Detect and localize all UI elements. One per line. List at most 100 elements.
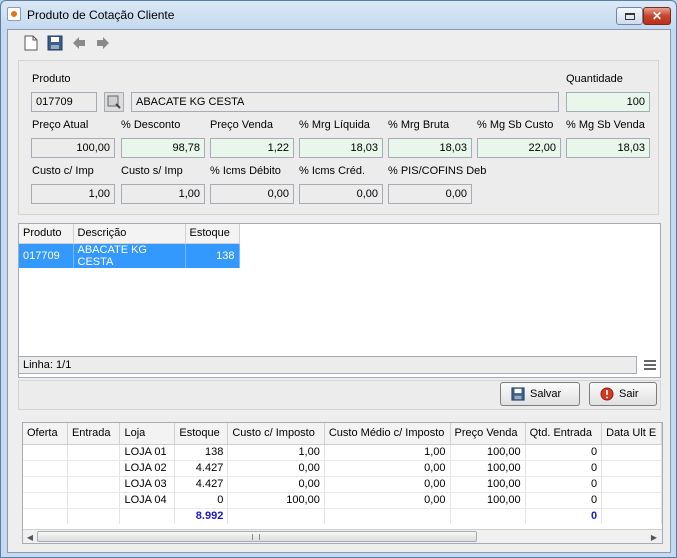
window-title: Produto de Cotação Cliente — [27, 8, 175, 22]
java-app-icon — [7, 7, 21, 21]
mrg-bruta-label: % Mrg Bruta — [388, 119, 450, 131]
desconto-label: % Desconto — [121, 119, 181, 131]
cell-custo: 100,00 — [227, 492, 325, 509]
pis-cofins-label: % PIS/COFINS Deb — [388, 165, 487, 177]
cell-entrada — [67, 460, 121, 477]
cell-qtd-entrada: 0 — [525, 476, 603, 493]
custo-c-imp-label: Custo c/ Imp — [32, 165, 94, 177]
icms-debito-field[interactable]: 0,00 — [210, 184, 294, 204]
grid-header-preco-venda[interactable]: Preço Venda — [450, 423, 526, 445]
grid-header-estoque[interactable]: Estoque — [185, 224, 240, 244]
cell-custo: 1,00 — [227, 444, 325, 461]
forward-arrow-icon[interactable] — [94, 34, 112, 52]
cell-qtd-entrada: 0 — [525, 492, 603, 509]
table-row[interactable]: LOJA 01 138 1,00 1,00 100,00 0 — [23, 444, 662, 461]
table-row[interactable]: 017709 ABACATE KG CESTA 138 — [19, 243, 240, 268]
search-icon — [107, 95, 121, 109]
cell-entrada — [67, 492, 121, 509]
total-estoque: 8.992 — [174, 508, 229, 524]
mrg-liquida-field[interactable]: 18,03 — [299, 138, 383, 158]
scroll-left-icon[interactable]: ◀ — [24, 531, 36, 543]
cell-oferta — [23, 444, 68, 461]
quantidade-label: Quantidade — [566, 73, 623, 85]
grid-header-descricao[interactable]: Descrição — [73, 224, 186, 244]
pis-cofins-field[interactable]: 0,00 — [388, 184, 472, 204]
new-document-icon[interactable] — [22, 34, 40, 52]
cell-custo-medio: 0,00 — [324, 492, 451, 509]
store-stock-grid: Oferta Entrada Loja Estoque Custo c/ Imp… — [22, 422, 663, 544]
icms-cred-label: % Icms Créd. — [299, 165, 366, 177]
custo-s-imp-field[interactable]: 1,00 — [121, 184, 205, 204]
custo-s-imp-label: Custo s/ Imp — [121, 165, 183, 177]
cell-data — [601, 492, 662, 509]
cell-custo: 0,00 — [227, 460, 325, 477]
cell-qtd-entrada: 0 — [525, 444, 603, 461]
cell-preco-venda: 100,00 — [450, 492, 526, 509]
grid-header-data-ult-entrada[interactable]: Data Ult E — [601, 423, 662, 445]
scrollbar-thumb[interactable] — [37, 531, 477, 542]
window-client-area: Produto 017709 ABACATE KG CESTA Quantida… — [7, 29, 671, 553]
toolbar — [22, 33, 112, 53]
preco-venda-label: Preço Venda — [210, 119, 273, 131]
table-row[interactable]: LOJA 03 4.427 0,00 0,00 100,00 0 — [23, 476, 662, 493]
custo-c-imp-field[interactable]: 1,00 — [31, 184, 115, 204]
produto-description-field[interactable]: ABACATE KG CESTA — [131, 92, 559, 112]
product-grid: Produto Descrição Estoque 017709 ABACATE… — [18, 223, 661, 378]
exit-icon — [600, 387, 614, 401]
cell-entrada — [67, 476, 121, 493]
cell-loja: LOJA 02 — [119, 460, 176, 477]
cell-custo-medio: 1,00 — [324, 444, 451, 461]
row-status-bar: Linha: 1/1 — [18, 356, 637, 374]
product-form-panel: Produto 017709 ABACATE KG CESTA Quantida… — [18, 60, 659, 215]
table-row[interactable]: LOJA 04 0 100,00 0,00 100,00 0 — [23, 492, 662, 509]
cell-oferta — [23, 460, 68, 477]
mg-sb-venda-field[interactable]: 18,03 — [566, 138, 650, 158]
sair-label: Sair — [619, 388, 639, 400]
cell-preco-venda: 100,00 — [450, 476, 526, 493]
grid-header-loja[interactable]: Loja — [119, 423, 176, 445]
desconto-field[interactable]: 98,78 — [121, 138, 205, 158]
cell-preco-venda: 100,00 — [450, 444, 526, 461]
cell-entrada — [67, 444, 121, 461]
scroll-right-icon[interactable]: ▶ — [648, 531, 660, 543]
mrg-liquida-label: % Mrg Líquida — [299, 119, 370, 131]
preco-venda-field[interactable]: 1,22 — [210, 138, 294, 158]
cell-oferta — [23, 492, 68, 509]
salvar-button[interactable]: Salvar — [500, 382, 580, 406]
restore-button[interactable] — [616, 7, 643, 25]
grid-header-custo-c-imposto[interactable]: Custo c/ Imposto — [227, 423, 325, 445]
title-bar[interactable]: Produto de Cotação Cliente ✕ — [1, 1, 676, 29]
mrg-bruta-field[interactable]: 18,03 — [388, 138, 472, 158]
sair-button[interactable]: Sair — [589, 382, 657, 406]
cell-loja: LOJA 03 — [119, 476, 176, 493]
back-arrow-icon[interactable] — [70, 34, 88, 52]
mg-sb-custo-label: % Mg Sb Custo — [477, 119, 554, 131]
quantidade-field[interactable]: 100 — [566, 92, 650, 112]
cell-estoque: 138 — [185, 243, 240, 268]
menu-icon[interactable] — [644, 360, 656, 370]
close-button[interactable]: ✕ — [643, 7, 671, 25]
cell-data — [601, 444, 662, 461]
cell-loja: LOJA 01 — [119, 444, 176, 461]
preco-atual-field[interactable]: 100,00 — [31, 138, 115, 158]
grid-header-custo-medio[interactable]: Custo Médio c/ Imposto — [324, 423, 451, 445]
grid-header-oferta[interactable]: Oferta — [23, 423, 68, 445]
grid-header-qtd-entrada[interactable]: Qtd. Entrada — [525, 423, 603, 445]
preco-atual-label: Preço Atual — [32, 119, 89, 131]
grid-header-produto[interactable]: Produto — [19, 224, 74, 244]
restore-icon — [624, 12, 635, 20]
grid-header-estoque[interactable]: Estoque — [174, 423, 229, 445]
product-lookup-button[interactable] — [104, 92, 124, 112]
icms-cred-field[interactable]: 0,00 — [299, 184, 383, 204]
cell-data — [601, 476, 662, 493]
cell-descricao: ABACATE KG CESTA — [73, 243, 186, 268]
mg-sb-venda-label: % Mg Sb Venda — [566, 119, 645, 131]
grid-header-entrada[interactable]: Entrada — [67, 423, 121, 445]
save-icon[interactable] — [46, 34, 64, 52]
table-row[interactable]: LOJA 02 4.427 0,00 0,00 100,00 0 — [23, 460, 662, 477]
cell-custo-medio: 0,00 — [324, 476, 451, 493]
produto-code-field[interactable]: 017709 — [31, 92, 97, 112]
mg-sb-custo-field[interactable]: 22,00 — [477, 138, 561, 158]
cell-qtd-entrada: 0 — [525, 460, 603, 477]
horizontal-scrollbar[interactable]: ◀ ▶ — [23, 529, 662, 543]
